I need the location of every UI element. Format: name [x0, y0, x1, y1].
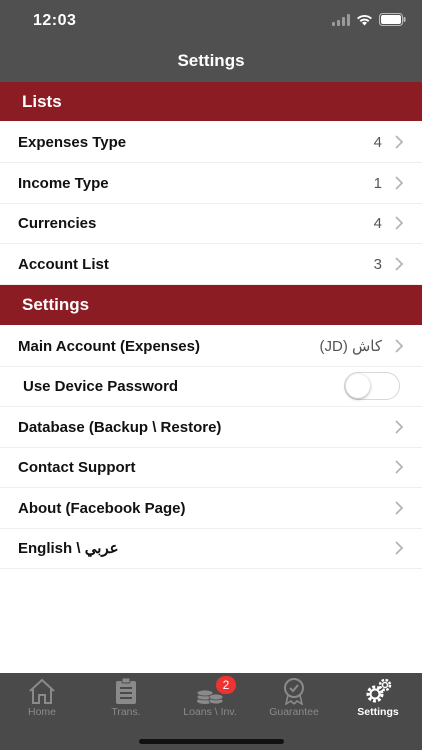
row-about[interactable]: About (Facebook Page) — [0, 488, 422, 529]
tab-label: Home — [27, 706, 56, 718]
main-account-value: كاش (JD) — [319, 338, 382, 355]
row-label: Income Type — [18, 174, 109, 192]
tab-guarantee[interactable]: Guarantee — [252, 673, 336, 723]
device-password-toggle[interactable] — [344, 372, 400, 400]
row-label: Currencies — [18, 214, 97, 232]
tab-label: Loans \ Inv. — [183, 706, 237, 718]
row-count: 4 — [373, 214, 382, 232]
section-header-lists: Lists — [0, 82, 422, 121]
row-count: 4 — [373, 133, 382, 151]
row-main-account[interactable]: Main Account (Expenses) كاش (JD) — [0, 326, 422, 367]
tab-label: Trans. — [111, 706, 141, 718]
status-icons — [332, 13, 406, 26]
row-count: 3 — [373, 255, 382, 273]
signal-icon — [332, 13, 350, 26]
chevron-right-icon — [395, 257, 404, 271]
chevron-right-icon — [395, 460, 404, 474]
tab-label: Settings — [357, 706, 399, 718]
row-account-list[interactable]: Account List 3 — [0, 244, 422, 285]
chevron-right-icon — [395, 135, 404, 149]
home-icon — [29, 678, 55, 704]
row-label: English \ عربي — [18, 540, 119, 557]
row-database[interactable]: Database (Backup \ Restore) — [0, 407, 422, 448]
row-currencies[interactable]: Currencies 4 — [0, 203, 422, 244]
tab-home[interactable]: Home — [0, 673, 84, 723]
toggle-knob — [346, 374, 370, 398]
guarantee-badge-icon — [284, 678, 304, 705]
row-language[interactable]: English \ عربي — [0, 528, 422, 569]
section-header-settings: Settings — [0, 285, 422, 325]
chevron-right-icon — [395, 541, 404, 555]
tab-loans-investments[interactable]: 2 Loans \ Inv. — [168, 673, 252, 723]
row-expenses-type[interactable]: Expenses Type 4 — [0, 122, 422, 163]
top-bar: 12:03 Settings — [0, 0, 422, 82]
chevron-right-icon — [395, 501, 404, 515]
row-contact-support[interactable]: Contact Support — [0, 447, 422, 488]
row-label: Contact Support — [18, 458, 136, 476]
chevron-right-icon — [395, 420, 404, 434]
row-label: Expenses Type — [18, 133, 127, 151]
tab-transactions[interactable]: Trans. — [84, 673, 168, 723]
row-label: Account List — [18, 255, 109, 273]
row-count: 1 — [373, 174, 382, 192]
page-title: Settings — [177, 51, 245, 70]
home-indicator — [139, 739, 284, 744]
wifi-icon — [357, 14, 372, 25]
row-label: About (Facebook Page) — [18, 499, 186, 517]
transactions-icon — [116, 677, 136, 704]
tab-label: Guarantee — [269, 706, 319, 718]
chevron-right-icon — [395, 339, 404, 353]
row-income-type[interactable]: Income Type 1 — [0, 163, 422, 204]
row-label: Database (Backup \ Restore) — [18, 418, 222, 436]
tab-settings[interactable]: Settings — [336, 673, 420, 723]
row-label: Main Account (Expenses) — [18, 337, 200, 355]
notification-badge: 2 — [216, 676, 236, 694]
gears-icon — [366, 678, 392, 703]
battery-icon — [379, 13, 406, 26]
chevron-right-icon — [395, 176, 404, 190]
row-label: Use Device Password — [23, 377, 179, 395]
row-device-password: Use Device Password — [0, 366, 422, 407]
chevron-right-icon — [395, 216, 404, 230]
status-time: 12:03 — [33, 12, 77, 29]
